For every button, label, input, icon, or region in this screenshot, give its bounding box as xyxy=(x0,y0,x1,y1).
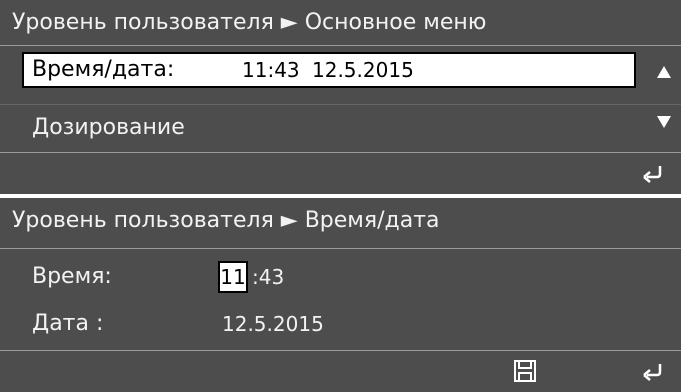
current-time-value: 11:43 xyxy=(242,58,300,82)
divider xyxy=(0,45,681,46)
floppy-disk-icon[interactable] xyxy=(512,358,538,384)
divider xyxy=(0,350,681,351)
minutes-value[interactable]: :43 xyxy=(252,262,284,292)
hour-field[interactable]: 11 xyxy=(218,261,248,293)
breadcrumb: Уровень пользователя ► Время/дата xyxy=(12,208,440,233)
divider xyxy=(0,152,681,153)
return-arrow-icon[interactable] xyxy=(640,162,666,188)
menu-item-label: Время/дата: xyxy=(32,57,175,82)
arrow-up-icon[interactable] xyxy=(657,66,671,78)
menu-item-time-date[interactable]: Время/дата: 11:43 12.5.2015 xyxy=(22,52,636,88)
current-date-value: 12.5.2015 xyxy=(312,58,414,82)
divider xyxy=(0,104,681,105)
time-label: Время: xyxy=(32,264,112,289)
main-menu-panel: Уровень пользователя ► Основное меню Вре… xyxy=(0,0,681,194)
arrow-down-icon[interactable] xyxy=(657,116,671,128)
breadcrumb: Уровень пользователя ► Основное меню xyxy=(12,10,487,35)
return-arrow-icon[interactable] xyxy=(640,360,666,386)
menu-item-dosing[interactable]: Дозирование xyxy=(32,113,185,143)
date-value[interactable]: 12.5.2015 xyxy=(222,309,324,339)
date-label: Дата : xyxy=(32,311,104,336)
time-date-panel: Уровень пользователя ► Время/дата Время:… xyxy=(0,198,681,392)
divider xyxy=(0,248,681,249)
